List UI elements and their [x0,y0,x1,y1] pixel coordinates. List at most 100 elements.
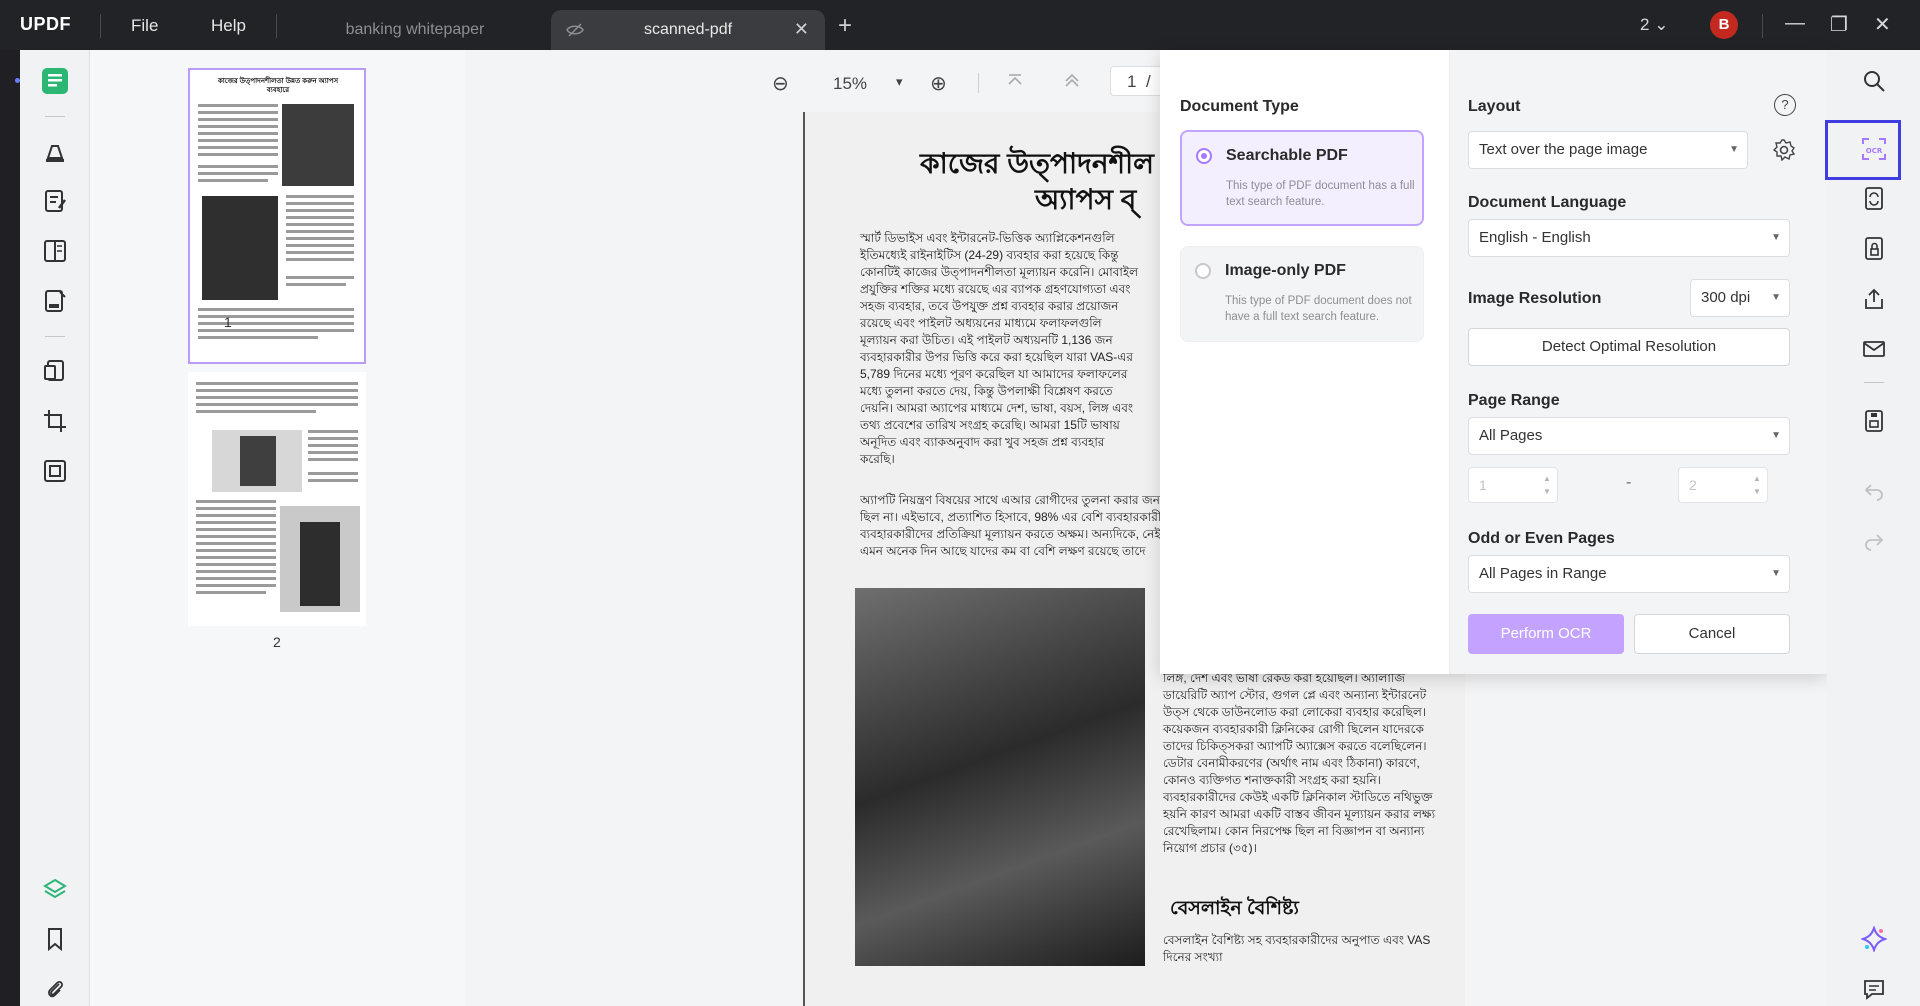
convert-pdf-icon[interactable] [38,354,72,388]
option-image-only-pdf[interactable]: Image-only PDF This type of PDF document… [1180,246,1424,342]
thumbnail-page-2[interactable] [188,372,366,626]
detect-optimal-resolution-button[interactable]: Detect Optimal Resolution [1468,328,1790,366]
range-dash: - [1626,474,1632,491]
dropdown-arrow-icon: ▼ [1771,568,1781,579]
reader-mode-icon[interactable] [38,64,72,98]
rightbar-separator [1864,382,1884,383]
email-icon[interactable] [1857,332,1891,366]
ocr-document-type-section: Document Type Searchable PDF This type o… [1160,50,1450,674]
chevron-up-icon [1065,73,1079,87]
image-resolution-title: Image Resolution [1468,290,1602,307]
first-page-icon [1008,74,1022,85]
help-icon[interactable]: ? [1774,94,1796,116]
layout-select[interactable]: Text over the page image ▼ [1468,131,1748,169]
stepper-arrows-icon[interactable]: ▲▼ [1753,472,1761,498]
menu-help[interactable]: Help [211,16,246,36]
new-tab-button[interactable]: + [838,12,852,40]
comments-icon[interactable] [1857,972,1891,1006]
thumbnail-page-1[interactable]: কাজের উত্পাদনশীলতা উন্নত করুন অ্যাপস ব্য… [188,68,366,364]
tab-label: scanned-pdf [643,21,733,38]
zoom-out-button[interactable]: ⊖ [772,71,789,96]
document-type-title: Document Type [1180,98,1299,115]
document-language-title: Document Language [1468,194,1627,211]
layout-settings-button[interactable] [1772,138,1796,167]
zoom-dropdown-arrow[interactable]: ▾ [896,74,903,90]
close-tab-icon[interactable]: ✕ [794,19,809,40]
organize-pages-icon[interactable] [38,234,72,268]
fill-sign-icon[interactable] [38,284,72,318]
close-window-button[interactable]: ✕ [1874,12,1891,37]
language-value: English - English [1479,229,1591,246]
zoom-value[interactable]: 15% [833,74,867,94]
range-to-stepper[interactable]: 2 ▲▼ [1678,467,1768,503]
redo-icon[interactable] [1857,524,1891,558]
page-range-title: Page Range [1468,392,1560,409]
title-bar: UPDF File Help banking whitepaper scanne… [0,0,1920,50]
tab-banking-whitepaper[interactable]: banking whitepaper [290,14,540,46]
share-icon[interactable] [1857,282,1891,316]
option-title: Image-only PDF [1225,262,1346,279]
tab-scanned-pdf[interactable]: scanned-pdf ✕ [551,10,825,50]
window-count-value: 2 [1640,15,1650,34]
searchable-pdf-radio[interactable] [1196,148,1212,164]
resolution-select[interactable]: 300 dpi ▼ [1690,279,1790,317]
thumbnail-page-number: 2 [273,634,281,650]
thumbnail-page-1-preview [198,104,354,339]
attachment-icon[interactable] [38,972,72,1006]
prev-page-button[interactable] [1062,70,1082,95]
option-title: Searchable PDF [1226,147,1348,164]
comment-highlighter-icon[interactable] [38,134,72,168]
page-paragraph: স্মার্ট ডিভাইস এবং ইন্টারনেট-ভিত্তিক অ্য… [860,231,1139,466]
page-heading: অ্যাপস ব্ [1035,184,1137,215]
zoom-in-button[interactable]: ⊕ [930,71,947,96]
page-paragraph: অ্যাপটি নিয়ন্ত্রণ বিষয়ের সাথে এআর রোগী… [860,493,1162,558]
minimize-button[interactable]: — [1785,12,1805,35]
cancel-button[interactable]: Cancel [1634,614,1790,654]
thumbnail-page-number: 1 [224,314,232,330]
option-description: This type of PDF document does not have … [1225,295,1412,323]
menu-file[interactable]: File [131,16,158,36]
thumbnail-page-2-preview [196,382,360,612]
undo-icon[interactable] [1857,474,1891,508]
odd-even-value: All Pages in Range [1479,565,1607,582]
page-subheading: বেসলাইন বৈশিষ্ট্য [1170,898,1299,919]
title-separator [100,14,101,38]
dropdown-arrow-icon: ▼ [1771,430,1781,441]
gear-icon [1772,139,1796,162]
range-to-value: 2 [1689,477,1697,493]
first-page-button[interactable] [1005,70,1025,95]
right-tool-sidebar: OCR [1827,50,1920,1006]
layers-icon[interactable] [38,872,72,906]
chevron-down-icon: ⌄ [1654,15,1669,34]
ai-assistant-icon[interactable] [1857,922,1891,956]
page-tools-icon[interactable] [38,454,72,488]
search-icon[interactable] [1857,64,1891,98]
stepper-arrows-icon[interactable]: ▲▼ [1543,472,1551,498]
edit-pdf-icon[interactable] [38,184,72,218]
sidebar-separator [45,116,65,117]
dropdown-arrow-icon: ▼ [1729,144,1739,155]
window-count[interactable]: 2 ⌄ [1640,15,1668,35]
title-separator [1762,14,1763,38]
restore-button[interactable]: ❐ [1830,12,1848,37]
crop-pages-icon[interactable] [38,404,72,438]
range-from-stepper[interactable]: 1 ▲▼ [1468,467,1558,503]
protect-pdf-icon[interactable] [1857,232,1891,266]
resolution-value: 300 dpi [1701,289,1751,306]
range-from-value: 1 [1479,477,1487,493]
bookmark-icon[interactable] [38,922,72,956]
save-icon[interactable] [1857,404,1891,438]
image-only-pdf-radio[interactable] [1195,263,1211,279]
perform-ocr-button[interactable]: Perform OCR [1468,614,1624,654]
left-rail [0,50,20,1006]
language-select[interactable]: English - English ▼ [1468,219,1790,257]
option-searchable-pdf[interactable]: Searchable PDF This type of PDF document… [1180,130,1424,226]
user-avatar[interactable]: B [1710,11,1738,39]
page-range-value: All Pages [1479,427,1543,444]
convert-icon[interactable] [1857,182,1891,216]
page-number-input[interactable] [1110,66,1164,96]
odd-even-select[interactable]: All Pages in Range ▼ [1468,555,1790,593]
ocr-panel: Document Type Searchable PDF This type o… [1160,50,1828,674]
left-tool-sidebar [20,50,90,1006]
page-range-select[interactable]: All Pages ▼ [1468,417,1790,455]
